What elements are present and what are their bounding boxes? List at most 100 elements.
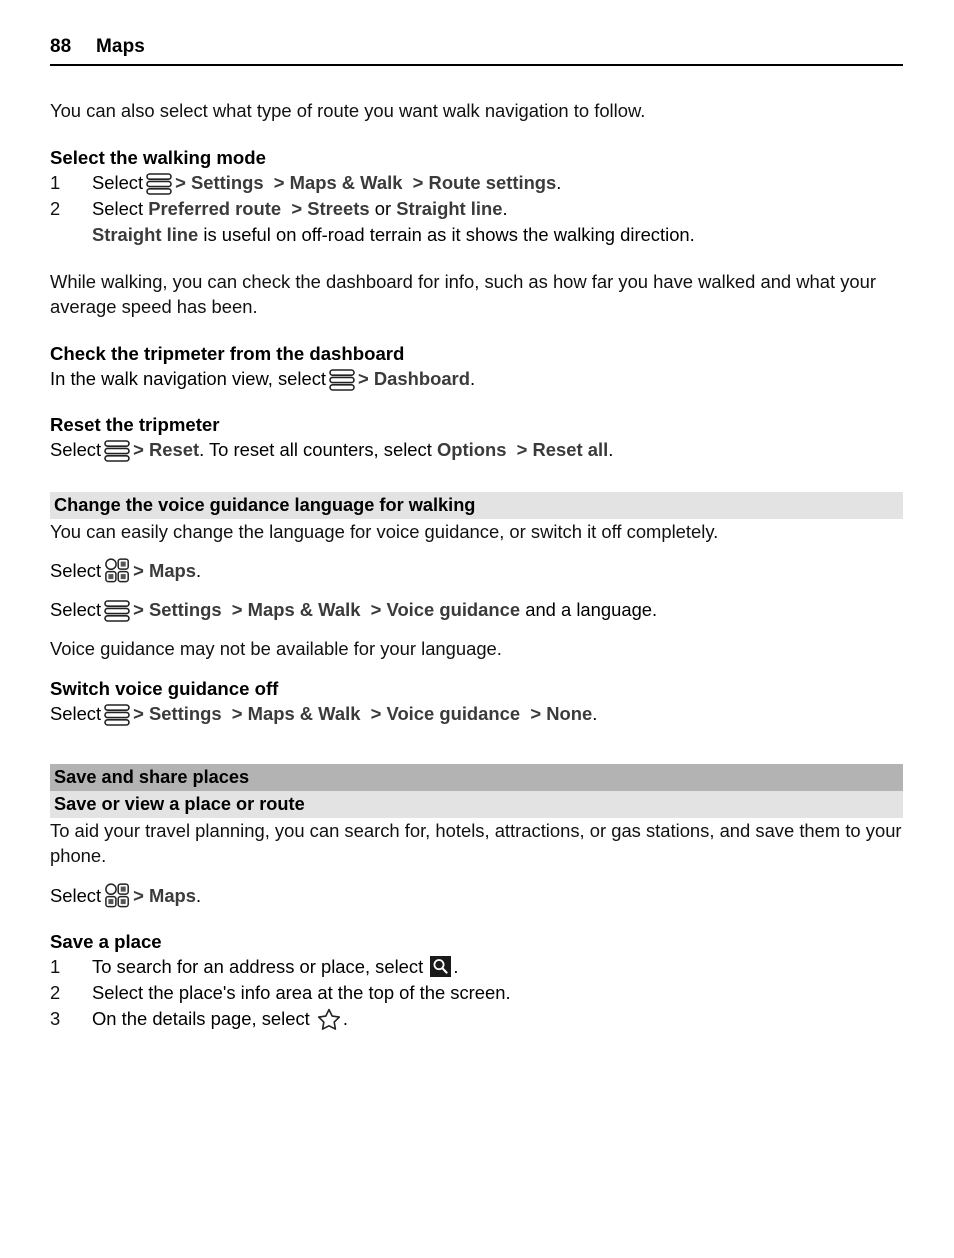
step-text: Select Preferred route > Streets or Stra…: [92, 196, 903, 222]
conjunction: or: [374, 197, 392, 219]
voice-guidance-select-path: Select > Settings > Maps & Walk > Voice g…: [50, 597, 903, 622]
step-text: Select > Settings > Maps & Walk > Route s…: [92, 170, 903, 196]
menu-item-reset: Reset: [149, 438, 200, 460]
step-text: To search for an address or place, selec…: [92, 954, 903, 980]
step-text-after: .: [453, 955, 459, 977]
list-item: 3 On the details page, select .: [50, 1006, 903, 1032]
step-text: Select the place's info area at the top …: [92, 981, 511, 1003]
menu-item-straight-line: Straight line: [396, 197, 503, 219]
list-item: 1 Select > Settings > Maps & Walk > Route…: [50, 170, 903, 196]
separator: >: [133, 884, 144, 906]
menu-stacked-icon: [104, 703, 130, 726]
line-lead: Select: [50, 702, 102, 724]
separator: >: [370, 599, 382, 620]
list-item: 2 Select Preferred route > Streets or St…: [50, 196, 903, 222]
step-number: 1: [50, 171, 61, 193]
separator: >: [231, 702, 243, 724]
menu-item-options: Options: [436, 438, 507, 460]
line-lead: In the walk navigation view, select: [50, 367, 327, 389]
menu-item-maps-and-walk: Maps & Walk: [289, 171, 403, 193]
menu-item-maps-and-walk: Maps & Walk: [247, 599, 361, 620]
line-lead: Select: [50, 560, 102, 581]
step-number: 2: [50, 981, 61, 1003]
section-bar-save-or-view: Save or view a place or route: [50, 790, 903, 818]
save-place-steps: 1 To search for an address or place, sel…: [50, 954, 903, 1032]
separator: >: [273, 171, 285, 193]
menu-item-maps-and-walk: Maps & Walk: [247, 702, 361, 724]
walking-mode-note: Straight line is useful on off-road terr…: [92, 222, 903, 248]
step-number: 3: [50, 1007, 61, 1029]
menu-stacked-icon: [329, 368, 355, 391]
menu-item-none: None: [546, 702, 593, 724]
step-text: On the details page, select .: [92, 1006, 903, 1032]
heading-select-walking-mode: Select the walking mode: [50, 146, 266, 168]
step-text-after: .: [342, 1007, 349, 1029]
dashboard-paragraph: While walking, you can check the dashboa…: [50, 270, 876, 318]
app-grid-icon: [105, 882, 130, 908]
section-bar-save-and-share-places: Save and share places: [50, 763, 903, 791]
reset-tripmeter-line: Select > Reset. To reset all counters, se…: [50, 437, 903, 462]
step-number: 1: [50, 955, 61, 977]
separator: >: [291, 197, 303, 219]
page-number: 88: [50, 36, 72, 57]
separator: >: [133, 599, 144, 620]
note-text: is useful on off-road terrain as it show…: [203, 223, 695, 245]
separator: >: [133, 438, 144, 460]
menu-item-preferred-route: Preferred route: [148, 197, 282, 219]
heading-save-a-place: Save a place: [50, 930, 162, 952]
period: .: [196, 884, 202, 906]
menu-item-maps: Maps: [149, 884, 197, 906]
menu-item-streets: Streets: [307, 197, 370, 219]
menu-item-settings: Settings: [149, 599, 222, 620]
voice-guidance-intro: You can easily change the language for v…: [50, 520, 719, 542]
mid-text: . To reset all counters, select: [199, 438, 432, 460]
list-item: 2 Select the place's info area at the to…: [50, 980, 903, 1006]
chapter-title: Maps: [96, 36, 145, 57]
save-share-select-maps: Select > Maps.: [50, 882, 903, 908]
separator: >: [358, 367, 369, 389]
voice-guidance-availability: Voice guidance may not be available for …: [50, 638, 502, 659]
line-lead: Select: [50, 884, 102, 906]
search-icon: [430, 955, 452, 977]
page-header: 88 Maps: [50, 36, 903, 66]
separator: >: [370, 702, 382, 724]
menu-stacked-icon: [146, 172, 172, 195]
step-lead: Select: [92, 197, 144, 219]
note-bold-term: Straight line: [92, 223, 199, 245]
intro-paragraph: You can also select what type of route y…: [50, 100, 646, 121]
document-page: 88 Maps You can also select what type of…: [0, 0, 954, 1258]
heading-switch-voice-guidance-off: Switch voice guidance off: [50, 677, 279, 699]
page-content: You can also select what type of route y…: [50, 98, 903, 1032]
dashboard-select-line: In the walk navigation view, select > Das…: [50, 366, 903, 391]
switch-off-line: Select > Settings > Maps & Walk > Voice g…: [50, 701, 903, 726]
list-item: 1 To search for an address or place, sel…: [50, 954, 903, 980]
walking-mode-steps: 1 Select > Settings > Maps & Walk > Route…: [50, 170, 903, 222]
separator: >: [530, 702, 542, 724]
step-text-before: To search for an address or place, selec…: [92, 955, 424, 977]
period: .: [469, 367, 476, 389]
menu-item-settings: Settings: [191, 171, 264, 193]
menu-item-reset-all: Reset all: [532, 438, 609, 460]
menu-item-dashboard: Dashboard: [373, 367, 470, 389]
period: .: [556, 171, 562, 193]
star-outline-icon: [317, 1008, 341, 1030]
menu-item-maps: Maps: [149, 560, 197, 581]
line-lead: Select: [50, 438, 102, 460]
section-bar-voice-guidance: Change the voice guidance language for w…: [50, 491, 903, 519]
separator: >: [133, 702, 144, 724]
step-text-before: On the details page, select: [92, 1007, 310, 1029]
heading-reset-tripmeter: Reset the tripmeter: [50, 413, 220, 435]
page-header-row: 88 Maps: [50, 36, 903, 64]
header-rule: [50, 64, 903, 66]
voice-guidance-select-maps: Select > Maps.: [50, 558, 903, 583]
menu-item-settings: Settings: [149, 702, 222, 724]
period: .: [502, 197, 508, 219]
menu-stacked-icon: [104, 600, 130, 622]
menu-stacked-icon: [104, 439, 130, 462]
line-tail: and a language.: [525, 599, 658, 620]
separator: >: [133, 560, 144, 581]
save-share-intro: To aid your travel planning, you can sea…: [50, 819, 902, 867]
line-lead: Select: [50, 599, 102, 620]
heading-check-tripmeter: Check the tripmeter from the dashboard: [50, 342, 405, 364]
step-number: 2: [50, 197, 61, 219]
